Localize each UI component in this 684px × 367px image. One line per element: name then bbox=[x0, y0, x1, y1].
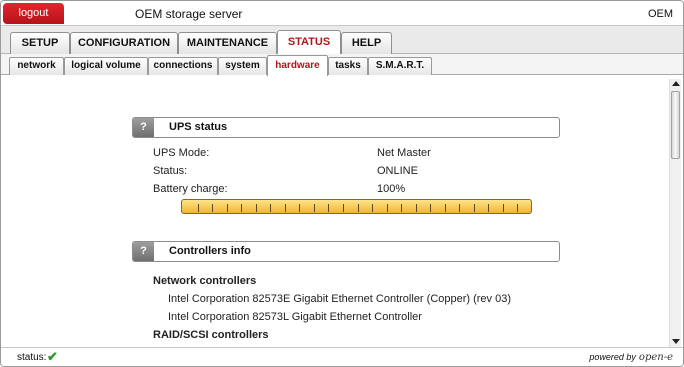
network-controller-item: Intel Corporation 82573E Gigabit Etherne… bbox=[168, 293, 512, 305]
battery-tick bbox=[488, 204, 489, 212]
ups-status-title: UPS status bbox=[169, 121, 228, 133]
battery-tick bbox=[372, 204, 373, 212]
scroll-thumb[interactable] bbox=[671, 91, 680, 159]
battery-tick bbox=[198, 204, 199, 212]
network-controllers-heading: Network controllers bbox=[153, 275, 257, 287]
ups-state-label: Status: bbox=[153, 165, 188, 177]
battery-tick bbox=[459, 204, 460, 212]
battery-tick bbox=[517, 204, 518, 212]
battery-tick bbox=[343, 204, 344, 212]
battery-tick bbox=[270, 204, 271, 212]
battery-tick bbox=[212, 204, 213, 212]
ups-mode-label: UPS Mode: bbox=[153, 147, 210, 159]
battery-tick bbox=[314, 204, 315, 212]
battery-tick bbox=[387, 204, 388, 212]
brand-label: OEM bbox=[647, 8, 673, 20]
subtab-hardware[interactable]: hardware bbox=[267, 55, 328, 76]
battery-tick bbox=[328, 204, 329, 212]
logout-button[interactable]: logout bbox=[3, 3, 64, 24]
tab-configuration[interactable]: CONFIGURATION bbox=[70, 32, 178, 55]
battery-tick bbox=[416, 204, 417, 212]
subtab-connections[interactable]: connections bbox=[148, 57, 218, 75]
controllers-info-title: Controllers info bbox=[169, 245, 251, 257]
open-e-logo: open-e bbox=[638, 352, 673, 363]
scroll-down-arrow-icon[interactable] bbox=[672, 339, 680, 344]
subtab-network[interactable]: network bbox=[9, 57, 64, 75]
ups-mode-value: Net Master bbox=[377, 147, 431, 159]
vertical-scrollbar[interactable] bbox=[669, 79, 681, 347]
battery-charge-bar bbox=[181, 199, 532, 214]
powered-by: powered by open-e bbox=[589, 352, 673, 363]
status-ok-icon: ✔ bbox=[47, 349, 58, 364]
sub-tab-bar: network logical volume connections syste… bbox=[1, 54, 683, 76]
ups-status-header: ? UPS status bbox=[132, 117, 560, 138]
battery-charge-fill bbox=[182, 200, 531, 213]
status-bar: status: ✔ powered by open-e bbox=[1, 347, 683, 366]
tab-setup[interactable]: SETUP bbox=[10, 32, 70, 55]
tab-maintenance[interactable]: MAINTENANCE bbox=[178, 32, 277, 55]
title-bar: logout OEM storage server OEM bbox=[1, 1, 683, 26]
battery-tick bbox=[401, 204, 402, 212]
battery-tick bbox=[227, 204, 228, 212]
tab-status[interactable]: STATUS bbox=[277, 30, 341, 54]
ups-state-value: ONLINE bbox=[377, 165, 418, 177]
controllers-help-button[interactable]: ? bbox=[133, 242, 154, 261]
controllers-info-header: ? Controllers info bbox=[132, 241, 560, 262]
battery-tick bbox=[358, 204, 359, 212]
tab-help[interactable]: HELP bbox=[341, 32, 392, 55]
content-panel: ? UPS status UPS Mode: Net Master Status… bbox=[2, 77, 670, 347]
battery-charge-value: 100% bbox=[377, 183, 406, 195]
app-title: OEM storage server bbox=[135, 7, 243, 21]
battery-charge-label: Battery charge: bbox=[153, 183, 228, 195]
powered-by-label: powered by bbox=[589, 352, 636, 362]
battery-tick bbox=[503, 204, 504, 212]
subtab-smart[interactable]: S.M.A.R.T. bbox=[368, 57, 432, 75]
battery-tick bbox=[445, 204, 446, 212]
battery-tick bbox=[256, 204, 257, 212]
battery-tick bbox=[241, 204, 242, 212]
battery-tick bbox=[430, 204, 431, 212]
ups-help-button[interactable]: ? bbox=[133, 118, 154, 137]
subtab-logical-volume[interactable]: logical volume bbox=[64, 57, 148, 75]
raid-controllers-heading: RAID/SCSI controllers bbox=[153, 329, 269, 341]
subtab-system[interactable]: system bbox=[218, 57, 267, 75]
battery-tick bbox=[285, 204, 286, 212]
scroll-up-arrow-icon[interactable] bbox=[672, 81, 680, 86]
app-window: logout OEM storage server OEM SETUP CONF… bbox=[0, 0, 684, 367]
subtab-tasks[interactable]: tasks bbox=[328, 57, 368, 75]
main-tab-bar: SETUP CONFIGURATION MAINTENANCE STATUS H… bbox=[1, 26, 683, 55]
status-label: status: bbox=[17, 352, 47, 363]
battery-tick bbox=[299, 204, 300, 212]
network-controller-item: Intel Corporation 82573L Gigabit Etherne… bbox=[168, 311, 422, 323]
battery-tick bbox=[474, 204, 475, 212]
